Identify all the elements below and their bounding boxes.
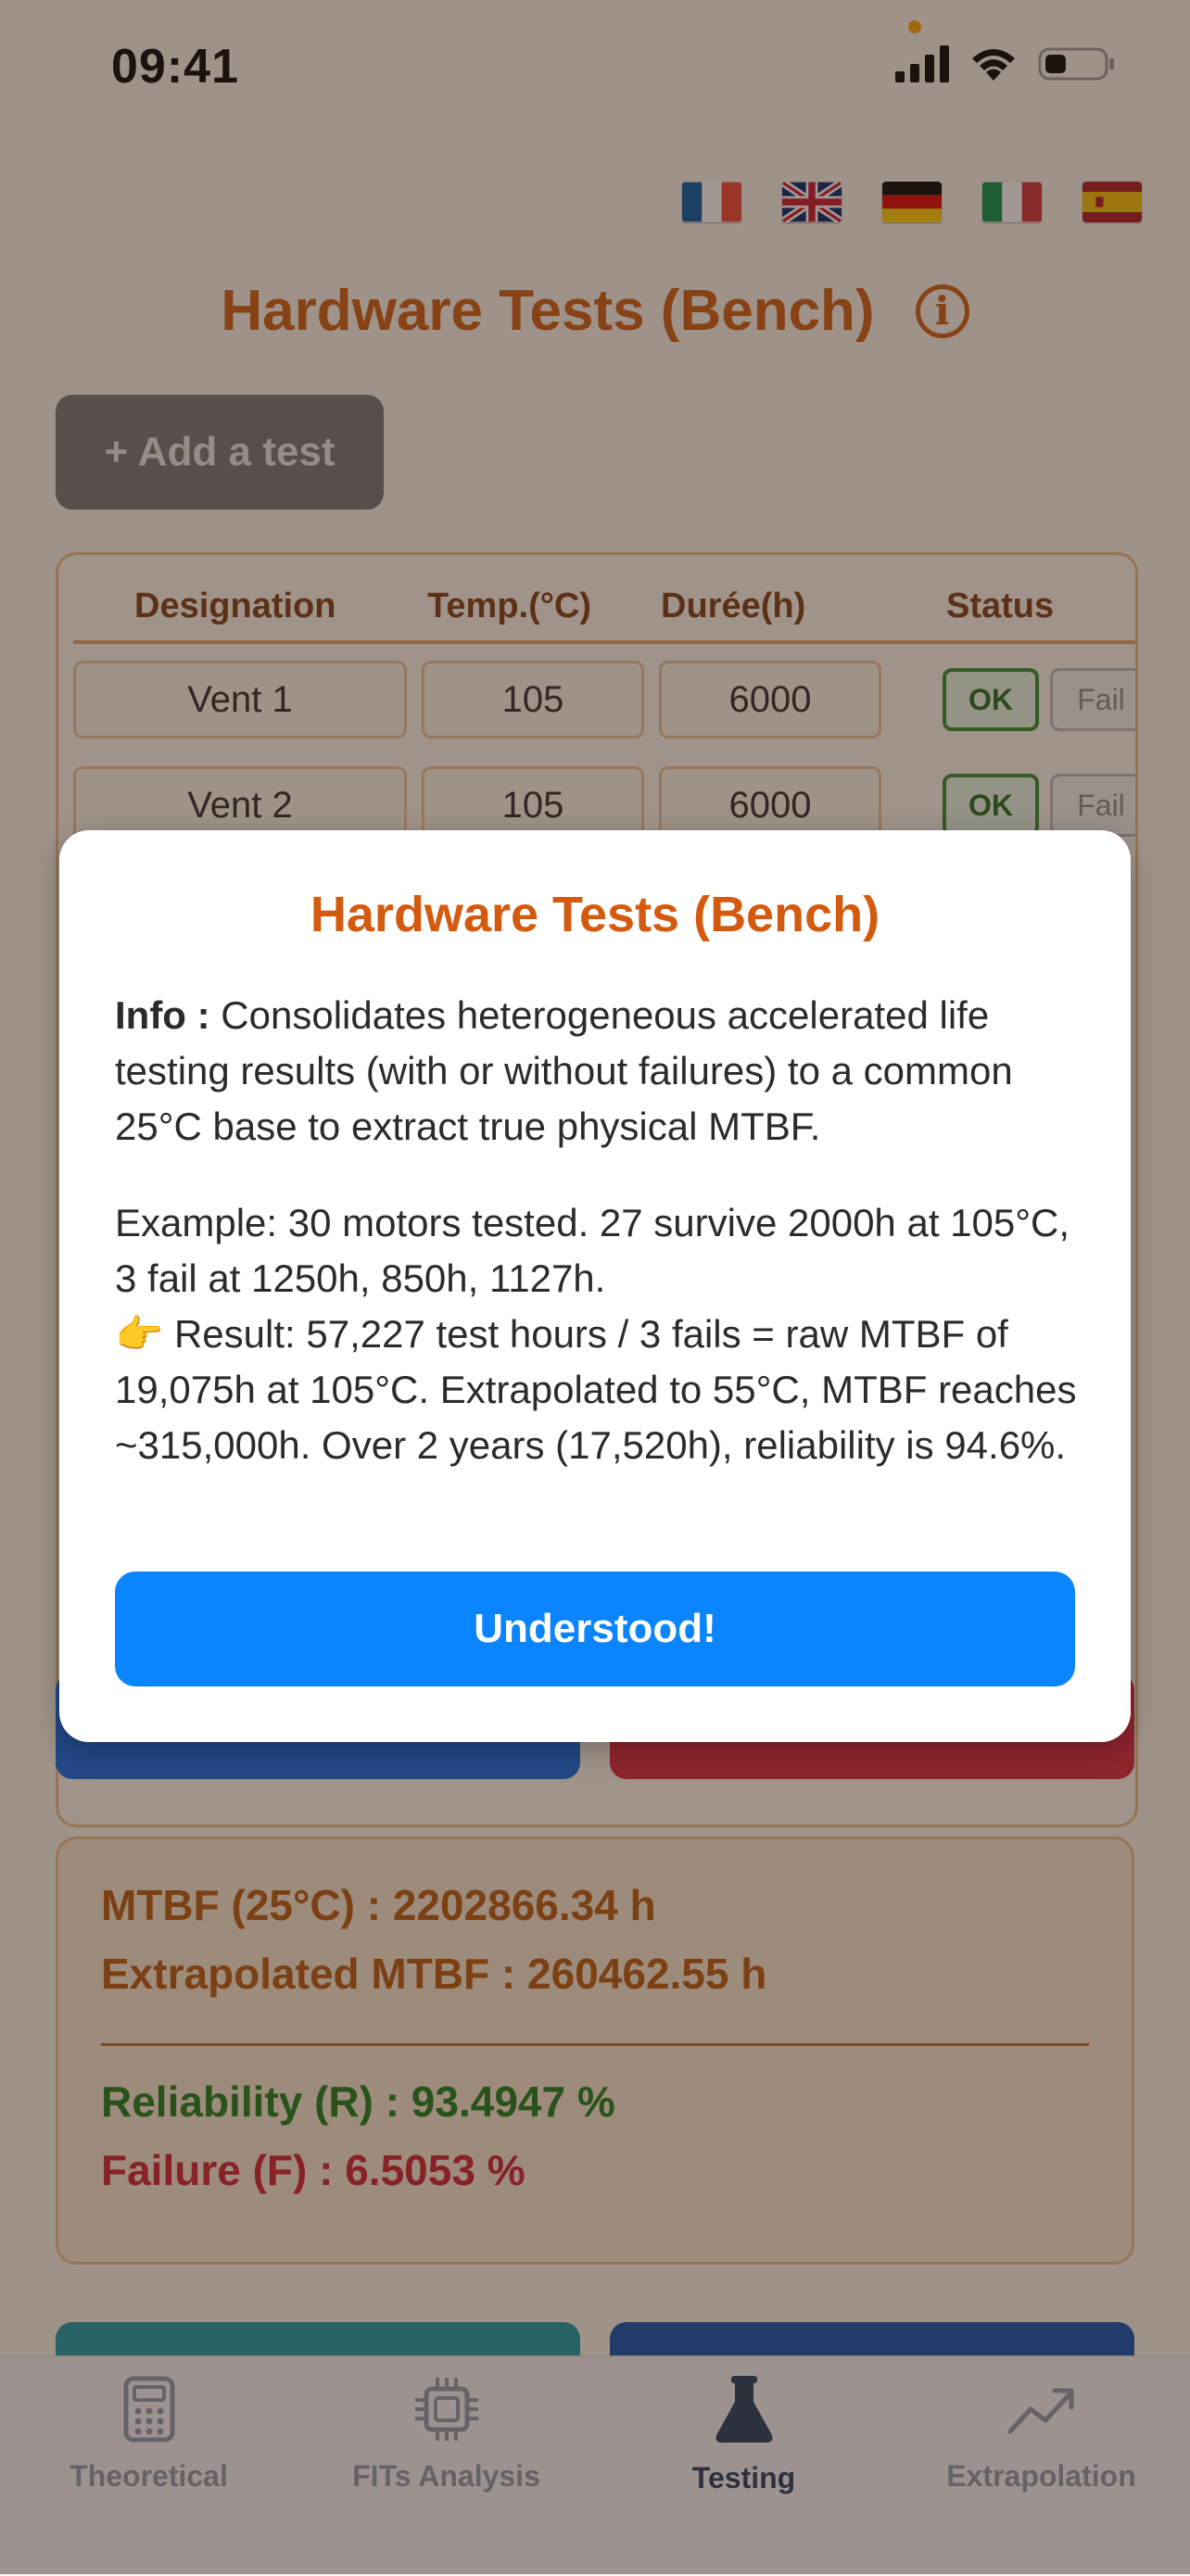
understood-button[interactable]: Understood! (115, 1572, 1075, 1686)
pointing-hand-icon: 👉 (115, 1312, 164, 1356)
example-text: Example: 30 motors tested. 27 survive 20… (115, 1201, 1070, 1300)
info-label: Info : (115, 993, 210, 1037)
info-modal: Hardware Tests (Bench) Info : Consolidat… (59, 830, 1131, 1742)
modal-info-text: Info : Consolidates heterogeneous accele… (115, 988, 1079, 1155)
result-line: 👉 Result: 57,227 test hours / 3 fails = … (115, 1307, 1079, 1473)
modal-example-block: Example: 30 motors tested. 27 survive 20… (115, 1195, 1079, 1473)
modal-title: Hardware Tests (Bench) (310, 887, 880, 942)
info-body: Consolidates heterogeneous accelerated l… (115, 993, 1013, 1148)
screen: 09:41 Hardware Tests (Bench) i + Add a t… (0, 0, 1190, 2576)
result-text: Result: 57,227 test hours / 3 fails = ra… (115, 1312, 1077, 1467)
